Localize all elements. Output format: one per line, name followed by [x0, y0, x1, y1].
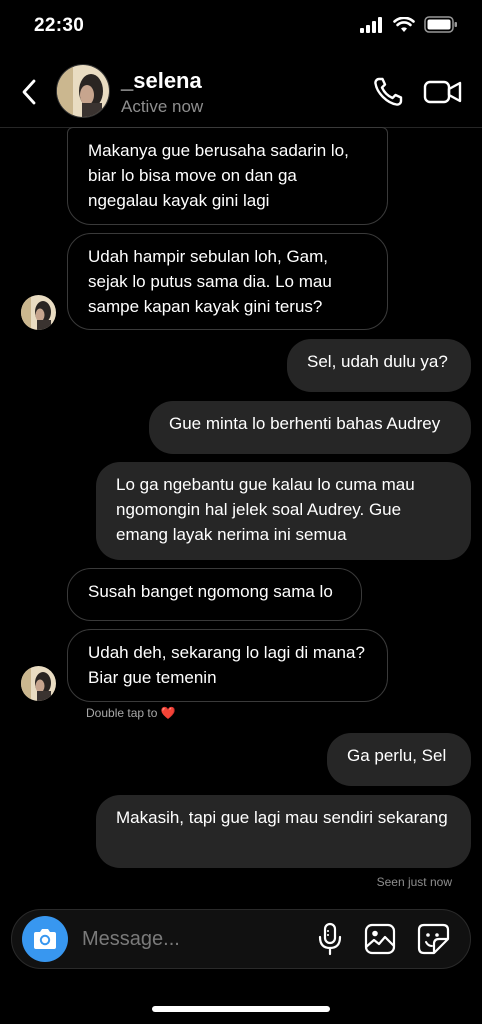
status-time: 22:30	[34, 15, 85, 36]
message-composer	[11, 909, 471, 969]
gallery-icon	[364, 923, 396, 955]
message-input[interactable]	[82, 922, 302, 956]
message-text: Lo ga ngebantu gue kalau lo cuma mau ngo…	[116, 475, 415, 544]
message-bubble-incoming[interactable]: Udah deh, sekarang lo lagi di mana? Biar…	[67, 629, 388, 702]
back-button[interactable]	[14, 74, 44, 110]
sticker-icon	[417, 923, 450, 955]
message-text: Udah hampir sebulan loh, Gam, sejak lo p…	[88, 247, 332, 316]
contact-name[interactable]: _selena	[121, 68, 202, 94]
message-bubble-incoming[interactable]: Udah hampir sebulan loh, Gam, sejak lo p…	[67, 233, 388, 330]
contact-avatar[interactable]	[56, 64, 110, 118]
battery-icon	[424, 16, 457, 33]
seen-status: Seen just now	[376, 875, 452, 889]
sender-avatar[interactable]	[21, 295, 56, 330]
sticker-button[interactable]	[415, 922, 451, 956]
message-bubble-outgoing[interactable]: Gue minta lo berhenti bahas Audrey	[149, 401, 471, 454]
message-bubble-outgoing[interactable]: Sel, udah dulu ya?	[287, 339, 471, 392]
avatar-image	[57, 65, 109, 117]
wifi-icon	[393, 16, 415, 32]
chat-header: _selena Active now	[0, 56, 482, 128]
message-bubble-outgoing[interactable]: Ga perlu, Sel	[327, 733, 471, 786]
message-text: Ga perlu, Sel	[347, 746, 447, 765]
message-text: Makanya gue berusaha sadarin lo, biar lo…	[88, 141, 349, 210]
phone-icon	[374, 77, 403, 106]
message-bubble-outgoing[interactable]: Lo ga ngebantu gue kalau lo cuma mau ngo…	[96, 462, 471, 560]
status-icons	[360, 16, 458, 33]
signal-icon	[360, 16, 382, 33]
message-bubble-incoming[interactable]: Susah banget ngomong sama lo	[67, 568, 362, 621]
message-text: Susah banget ngomong sama lo	[88, 582, 333, 601]
message-text: Sel, udah dulu ya?	[307, 352, 448, 371]
avatar-image	[21, 295, 56, 330]
video-call-button[interactable]	[422, 76, 464, 108]
back-icon	[22, 79, 36, 105]
microphone-button[interactable]	[315, 922, 345, 956]
avatar-image	[21, 666, 56, 701]
message-bubble-incoming[interactable]: Makanya gue berusaha sadarin lo, biar lo…	[67, 127, 388, 225]
video-camera-icon	[423, 80, 462, 104]
home-indicator[interactable]	[152, 1006, 330, 1012]
message-text: Makasih, tapi gue lagi mau sendiri sekar…	[116, 808, 448, 827]
double-tap-hint: Double tap to ❤️	[86, 706, 176, 720]
status-bar: 22:30	[0, 0, 482, 52]
message-text: Udah deh, sekarang lo lagi di mana? Biar…	[88, 643, 365, 687]
message-text: Gue minta lo berhenti bahas Audrey	[169, 414, 441, 433]
microphone-icon	[318, 922, 342, 956]
contact-status: Active now	[121, 97, 204, 116]
gallery-button[interactable]	[363, 922, 397, 956]
call-button[interactable]	[370, 74, 406, 110]
sender-avatar[interactable]	[21, 666, 56, 701]
camera-icon	[34, 929, 56, 949]
camera-button[interactable]	[22, 916, 68, 962]
message-bubble-outgoing[interactable]: Makasih, tapi gue lagi mau sendiri sekar…	[96, 795, 471, 868]
